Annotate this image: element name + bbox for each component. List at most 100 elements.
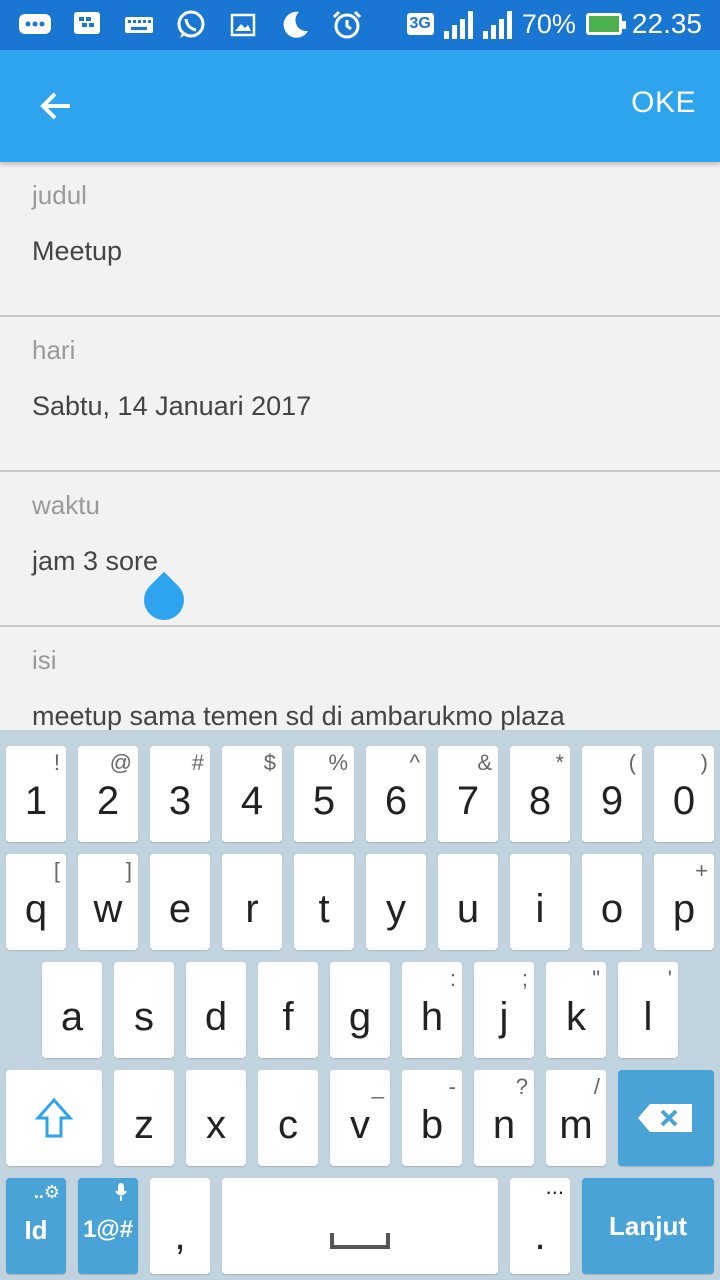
key-secondary-label: * <box>555 750 564 775</box>
key-f[interactable]: f <box>258 962 318 1058</box>
key-label: 7 <box>456 778 480 823</box>
key-2[interactable]: @2 <box>78 746 138 842</box>
ok-button[interactable]: OKE <box>631 86 696 120</box>
backspace-key[interactable] <box>618 1070 714 1166</box>
key-n[interactable]: ? n <box>474 1070 534 1166</box>
key-q[interactable]: [q <box>6 854 66 950</box>
key-label: f <box>282 994 294 1039</box>
key-8[interactable]: * 8 <box>510 746 570 842</box>
key-secondary-label: ' <box>667 966 672 991</box>
key-u[interactable]: u <box>438 854 498 950</box>
key-label: w <box>93 886 123 931</box>
key-4[interactable]: $4 <box>222 746 282 842</box>
period-key[interactable]: ... . <box>510 1174 570 1274</box>
symbols-key[interactable]: 1@# <box>78 1178 138 1274</box>
soft-keyboard: ! 1 @2 #3 $4% 5 ^ 6 & 7 * 8(9) 0[q] w e r t y u i o + p a s d f g: h… <box>0 730 720 1280</box>
key-label: i <box>535 886 545 931</box>
key-7[interactable]: & 7 <box>438 746 498 842</box>
blackberry-icon <box>70 8 104 42</box>
key-r[interactable]: r <box>222 854 282 950</box>
key-s[interactable]: s <box>114 962 174 1058</box>
key-label: 2 <box>96 778 120 823</box>
microphone-icon <box>114 1182 128 1208</box>
field-hari[interactable]: hari Sabtu, 14 Januari 2017 <box>0 317 720 472</box>
status-bar: 3G 70% 22.35 <box>0 0 720 50</box>
time-input[interactable]: jam 3 sore <box>32 546 158 577</box>
key-secondary-label: ^ <box>409 750 420 775</box>
key-k[interactable]: " k <box>546 962 606 1058</box>
arrow-left-icon <box>40 92 70 120</box>
key-label: j <box>499 994 509 1039</box>
key-c[interactable]: c <box>258 1070 318 1166</box>
key-secondary-label: % <box>328 750 348 775</box>
key-x[interactable]: x <box>186 1070 246 1166</box>
content-input[interactable]: meetup sama temen sd di ambarukmo plaza <box>32 701 565 730</box>
date-input[interactable]: Sabtu, 14 Januari 2017 <box>32 391 311 422</box>
key-5[interactable]: % 5 <box>294 746 354 842</box>
field-judul[interactable]: judul Meetup <box>0 162 720 317</box>
key-secondary-label: ! <box>53 750 60 775</box>
key-secondary-label: _ <box>371 1074 384 1099</box>
shift-key[interactable] <box>6 1070 102 1166</box>
key-secondary-label: ? <box>515 1074 528 1099</box>
key-secondary-label: " <box>592 966 600 991</box>
key-o[interactable]: o <box>582 854 642 950</box>
key-0[interactable]: ) 0 <box>654 746 714 842</box>
key-v[interactable]: _ v <box>330 1070 390 1166</box>
language-key[interactable]: ..⚙ Id <box>6 1178 66 1274</box>
field-waktu[interactable]: waktu jam 3 sore <box>0 472 720 627</box>
key-label: z <box>134 1102 154 1147</box>
key-y[interactable]: y <box>366 854 426 950</box>
key-1[interactable]: ! 1 <box>6 746 66 842</box>
key-label: g <box>348 994 372 1039</box>
key-w[interactable]: ] w <box>78 854 138 950</box>
battery-percent: 70% <box>521 8 576 39</box>
back-button[interactable] <box>26 76 86 136</box>
space-icon <box>330 1233 390 1249</box>
title-input[interactable]: Meetup <box>32 236 122 267</box>
key-a[interactable]: a <box>42 962 102 1058</box>
field-label: waktu <box>32 490 100 520</box>
key-z[interactable]: z <box>114 1070 174 1166</box>
key-6[interactable]: ^ 6 <box>366 746 426 842</box>
field-label: hari <box>32 335 76 365</box>
key-secondary-label: [ <box>53 858 60 883</box>
form: judul Meetup hari Sabtu, 14 Januari 2017… <box>0 162 720 730</box>
comma-key[interactable]: , <box>150 1178 210 1274</box>
key-h[interactable]: :h <box>402 962 462 1058</box>
key-secondary-label: # <box>191 750 204 775</box>
key-e[interactable]: e <box>150 854 210 950</box>
key-p[interactable]: + p <box>654 854 714 950</box>
key-label: 5 <box>312 778 336 823</box>
key-b[interactable]: -b <box>402 1070 462 1166</box>
key-label: a <box>60 994 84 1039</box>
key-label: n <box>492 1102 516 1147</box>
keyboard-icon <box>122 8 156 42</box>
alarm-icon <box>330 8 364 42</box>
key-i[interactable]: i <box>510 854 570 950</box>
key-j[interactable]: ; j <box>474 962 534 1058</box>
space-key[interactable] <box>222 1178 498 1274</box>
key-label: 8 <box>528 778 552 823</box>
key-t[interactable]: t <box>294 854 354 950</box>
key-secondary-label: : <box>449 966 456 991</box>
key-label: d <box>204 994 228 1039</box>
image-icon <box>226 8 260 42</box>
field-isi[interactable]: isi meetup sama temen sd di ambarukmo pl… <box>0 627 720 730</box>
key-3[interactable]: #3 <box>150 746 210 842</box>
key-label: y <box>386 886 406 931</box>
key-g[interactable]: g <box>330 962 390 1058</box>
key-d[interactable]: d <box>186 962 246 1058</box>
key-label: b <box>420 1102 444 1147</box>
key-label: q <box>24 886 48 931</box>
key-secondary-label: ( <box>628 750 636 775</box>
next-key[interactable]: Lanjut <box>582 1178 714 1274</box>
key-label: m <box>559 1102 593 1147</box>
key-l[interactable]: ' l <box>618 962 678 1058</box>
key-label: 0 <box>672 778 696 823</box>
key-9[interactable]: (9 <box>582 746 642 842</box>
field-label: isi <box>32 645 57 675</box>
key-secondary-label: ; <box>521 966 528 991</box>
key-label: e <box>168 886 192 931</box>
key-m[interactable]: / m <box>546 1070 606 1166</box>
